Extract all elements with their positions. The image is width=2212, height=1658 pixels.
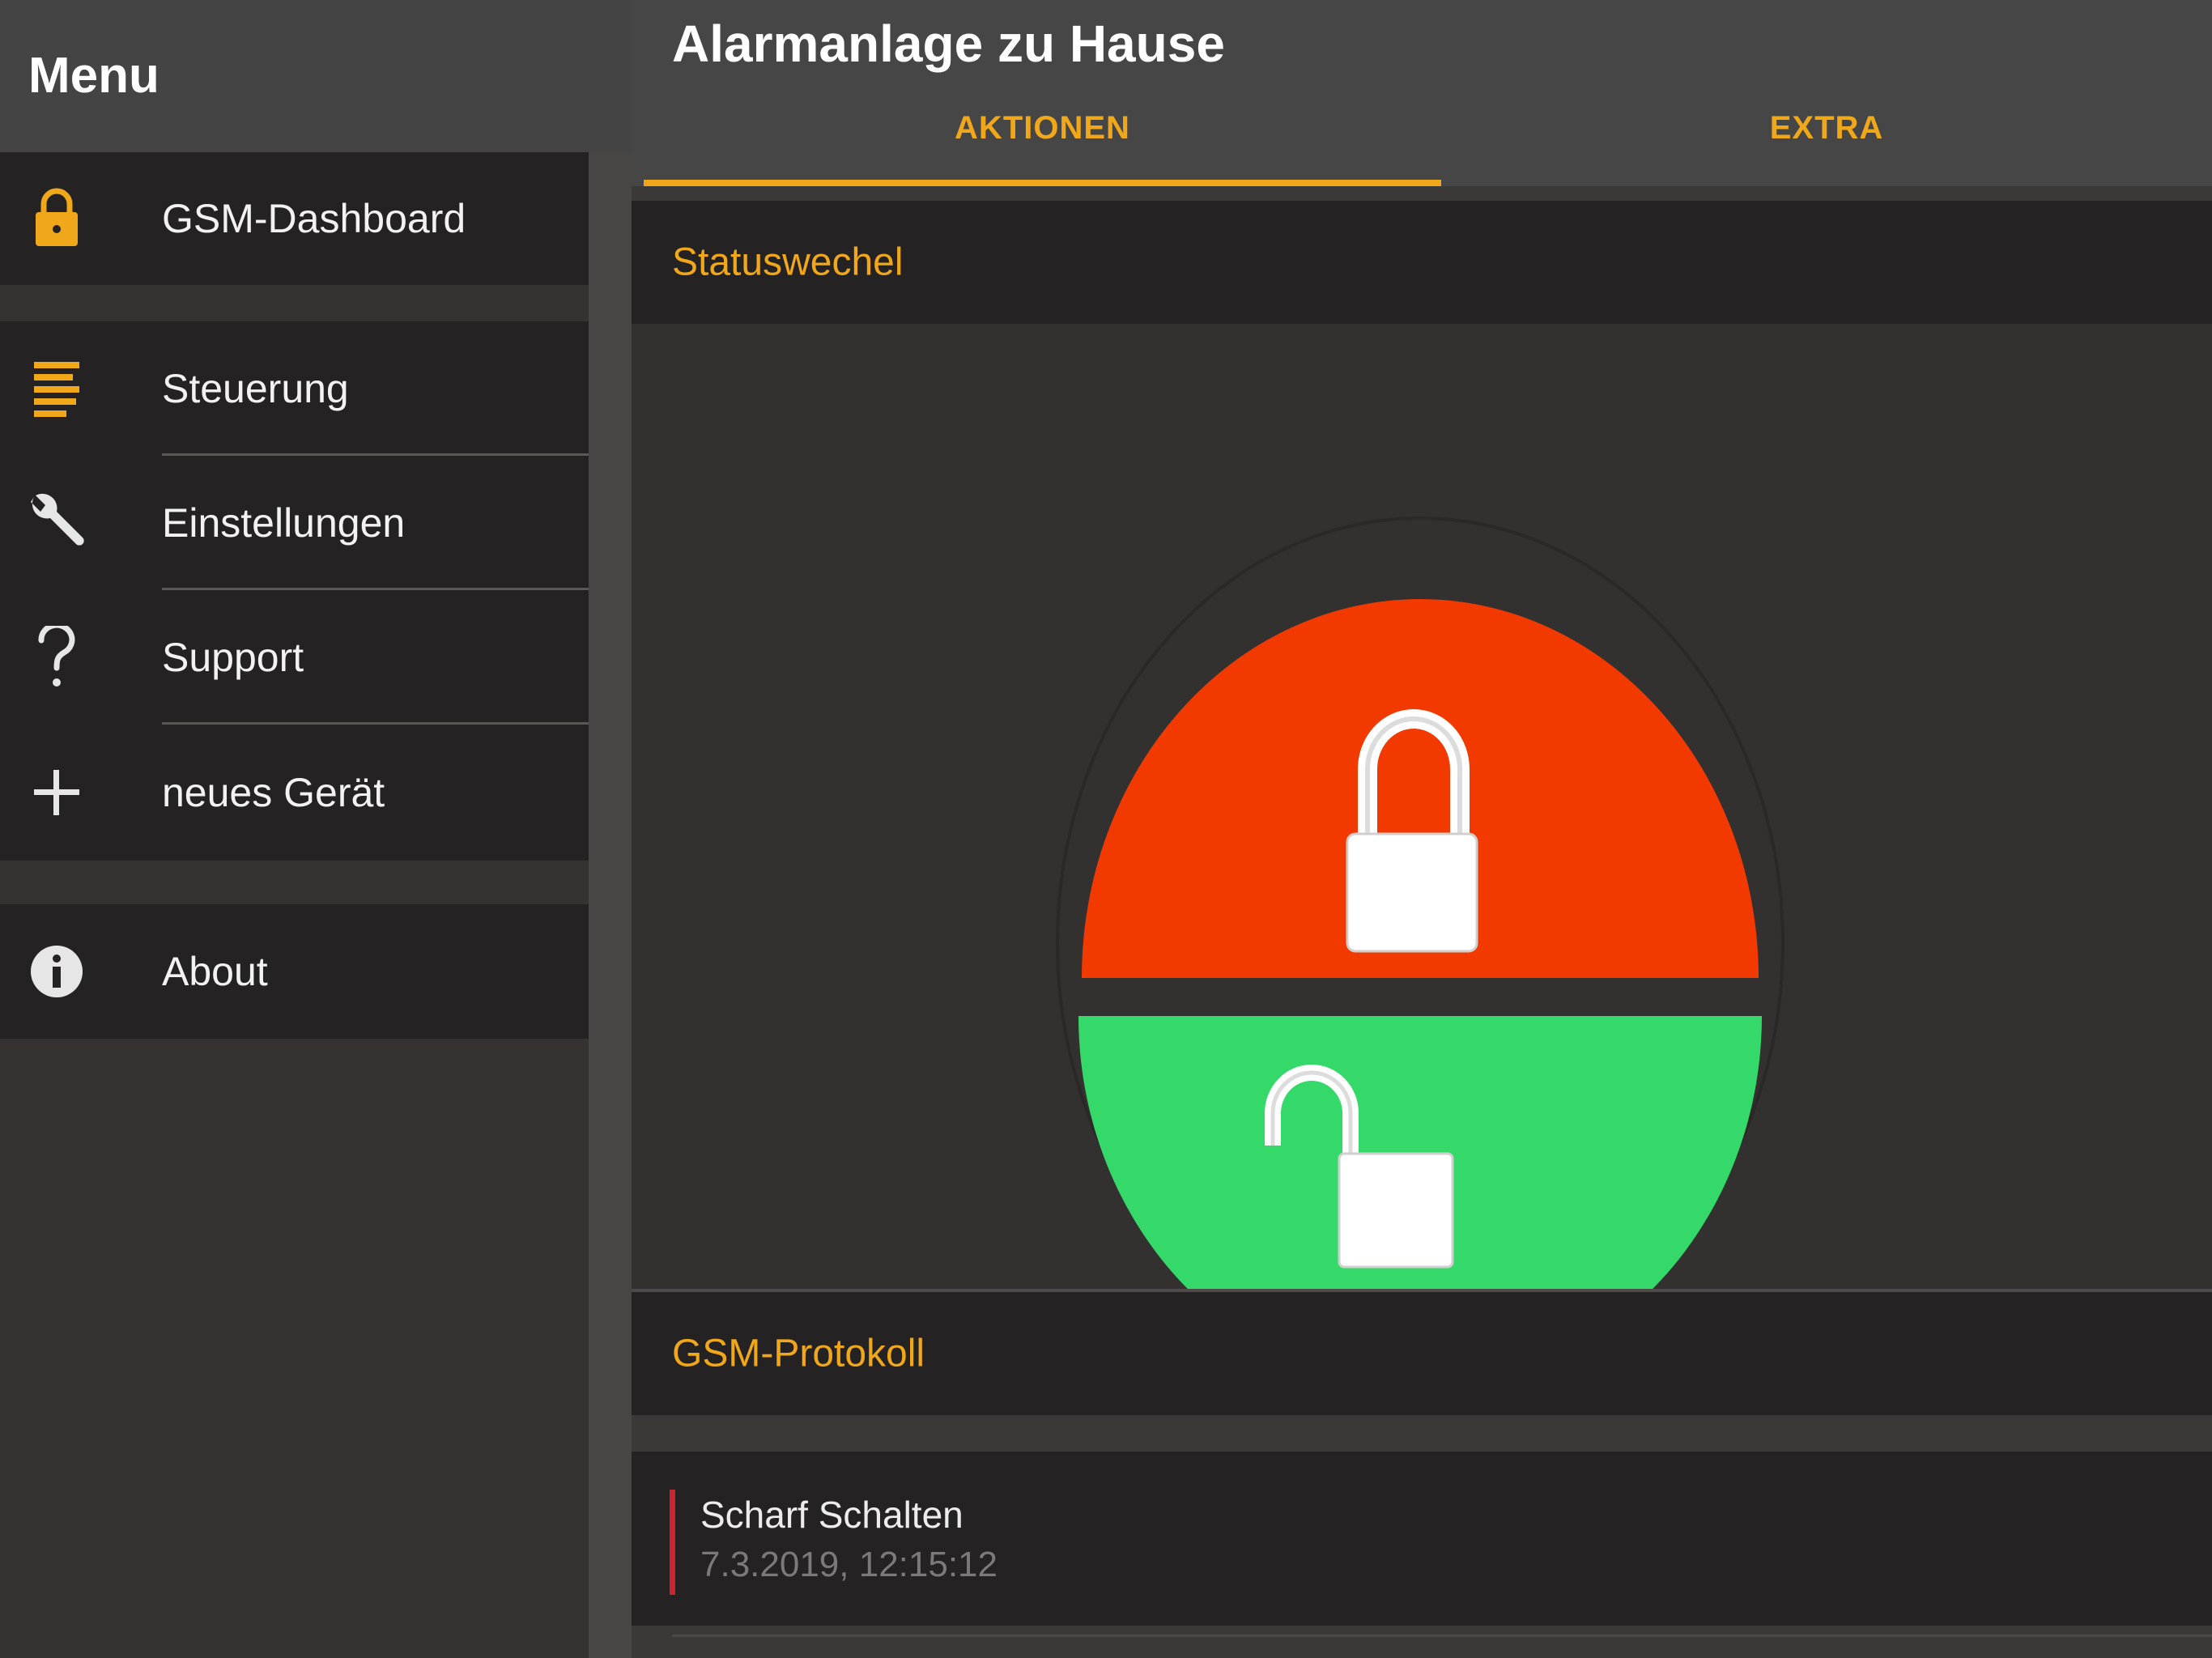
sidebar-title: Menu — [28, 48, 160, 104]
sidebar-item-steuerung[interactable]: Steuerung — [0, 321, 589, 456]
section-title: GSM-Protokoll — [672, 1332, 925, 1375]
protocol-section-header: GSM-Protokoll — [632, 1292, 2212, 1415]
sidebar-item-label: About — [162, 949, 268, 994]
sidebar-item-label: Steuerung — [162, 366, 349, 411]
active-tab-indicator — [644, 180, 1441, 186]
protocol-status-marker — [670, 1490, 675, 1595]
sidebar-scrollbar[interactable] — [589, 152, 632, 1658]
protocol-event-label: Scharf Schalten — [700, 1494, 963, 1536]
page-title: Alarmanlage zu Hause — [672, 15, 1225, 73]
sidebar-item-gsm-dashboard[interactable]: GSM-Dashboard — [0, 152, 589, 285]
sidebar-item-label: GSM-Dashboard — [162, 196, 466, 241]
info-icon — [24, 939, 89, 1004]
app-bar: Alarmanlage zu Hause AKTIONEN EXTRA — [632, 0, 2212, 186]
sidebar-item-label: Einstellungen — [162, 500, 406, 546]
lock-switch — [1056, 517, 1784, 1372]
wrench-icon — [24, 491, 89, 555]
protocol-timestamp: 7.3.2019, 12:15:12 — [700, 1545, 998, 1584]
tab-extra[interactable]: EXTRA — [1441, 96, 2212, 160]
protocol-list — [632, 1452, 2212, 1626]
main-panel: Alarmanlage zu Hause AKTIONEN EXTRA Stat… — [632, 0, 2212, 1658]
list-icon — [24, 356, 89, 421]
sidebar-item-label: neues Gerät — [162, 770, 385, 815]
plus-icon — [24, 760, 89, 825]
lock-icon — [24, 186, 89, 251]
tab-aktionen[interactable]: AKTIONEN — [644, 96, 1441, 160]
status-section-header: Statuswechel — [632, 201, 2212, 324]
question-icon — [24, 625, 89, 690]
sidebar-item-label: Support — [162, 635, 304, 680]
sidebar-item-support[interactable]: Support — [0, 590, 589, 725]
sidebar-item-about[interactable]: About — [0, 904, 589, 1039]
section-title: Statuswechel — [672, 240, 904, 284]
arm-button[interactable] — [1082, 599, 1759, 978]
status-panel — [632, 324, 2212, 1372]
divider — [672, 1635, 2212, 1637]
sidebar-header: Menu — [0, 0, 632, 152]
sidebar-item-einstellungen[interactable]: Einstellungen — [0, 456, 589, 590]
sidebar: Menu GSM-Dashboard Steuerung Einstellung… — [0, 0, 632, 1658]
sidebar-item-neues-geraet[interactable]: neues Gerät — [0, 725, 589, 861]
tab-content: Statuswechel GSM-Protokoll Scharf Schalt… — [632, 201, 2212, 1658]
